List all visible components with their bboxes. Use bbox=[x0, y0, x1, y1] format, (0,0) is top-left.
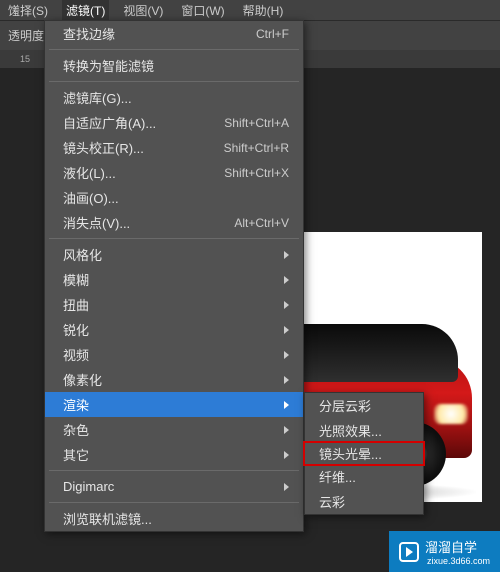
chevron-right-icon bbox=[284, 351, 289, 359]
opacity-label: 透明度: bbox=[8, 27, 47, 44]
ruler-mark: 15 bbox=[20, 54, 30, 64]
submenu-difference-clouds[interactable]: 分层云彩 bbox=[305, 393, 423, 418]
menu-select[interactable]: 馐择(S) bbox=[4, 0, 52, 21]
chevron-right-icon bbox=[284, 376, 289, 384]
menu-render[interactable]: 渲染 bbox=[45, 392, 303, 417]
menu-separator bbox=[49, 470, 299, 471]
menu-liquify[interactable]: 液化(L)... Shift+Ctrl+X bbox=[45, 160, 303, 185]
menu-sharpen[interactable]: 锐化 bbox=[45, 317, 303, 342]
menu-separator bbox=[49, 81, 299, 82]
chevron-right-icon bbox=[284, 301, 289, 309]
menu-view[interactable]: 视图(V) bbox=[119, 0, 167, 21]
chevron-right-icon bbox=[284, 426, 289, 434]
logo-brand: 溜溜自学 bbox=[425, 537, 490, 556]
menu-window[interactable]: 窗口(W) bbox=[177, 0, 228, 21]
chevron-right-icon bbox=[284, 276, 289, 284]
submenu-lighting-effects[interactable]: 光照效果... bbox=[305, 418, 423, 443]
menu-convert-smart[interactable]: 转换为智能滤镜 bbox=[45, 53, 303, 78]
menu-other[interactable]: 其它 bbox=[45, 442, 303, 467]
menu-lens-correction[interactable]: 镜头校正(R)... Shift+Ctrl+R bbox=[45, 135, 303, 160]
menu-filter-gallery[interactable]: 滤镜库(G)... bbox=[45, 85, 303, 110]
menubar: 馐择(S) 滤镜(T) 视图(V) 窗口(W) 帮助(H) bbox=[0, 0, 500, 20]
play-icon bbox=[399, 542, 419, 562]
menu-browse-online[interactable]: 浏览联机滤镜... bbox=[45, 506, 303, 531]
logo-url: zixue.3d66.com bbox=[427, 556, 490, 566]
submenu-fibers[interactable]: 纤维... bbox=[305, 464, 423, 489]
menu-vanishing-point[interactable]: 消失点(V)... Alt+Ctrl+V bbox=[45, 210, 303, 235]
submenu-lens-flare[interactable]: 镜头光晕... bbox=[303, 441, 425, 466]
watermark-logo: 溜溜自学 zixue.3d66.com bbox=[389, 531, 500, 572]
menu-adaptive-wide[interactable]: 自适应广角(A)... Shift+Ctrl+A bbox=[45, 110, 303, 135]
menu-digimarc[interactable]: Digimarc bbox=[45, 474, 303, 499]
menu-stylize[interactable]: 风格化 bbox=[45, 242, 303, 267]
menu-help[interactable]: 帮助(H) bbox=[239, 0, 288, 21]
menu-video[interactable]: 视频 bbox=[45, 342, 303, 367]
submenu-clouds[interactable]: 云彩 bbox=[305, 489, 423, 514]
menu-separator bbox=[49, 49, 299, 50]
menu-find-edges[interactable]: 查找边缘 Ctrl+F bbox=[45, 21, 303, 46]
menu-separator bbox=[49, 502, 299, 503]
menu-pixelate[interactable]: 像素化 bbox=[45, 367, 303, 392]
chevron-right-icon bbox=[284, 401, 289, 409]
menu-blur[interactable]: 模糊 bbox=[45, 267, 303, 292]
menu-separator bbox=[49, 238, 299, 239]
chevron-right-icon bbox=[284, 326, 289, 334]
chevron-right-icon bbox=[284, 251, 289, 259]
menu-oil-paint[interactable]: 油画(O)... bbox=[45, 185, 303, 210]
menu-distort[interactable]: 扭曲 bbox=[45, 292, 303, 317]
chevron-right-icon bbox=[284, 483, 289, 491]
chevron-right-icon bbox=[284, 451, 289, 459]
filter-menu: 查找边缘 Ctrl+F 转换为智能滤镜 滤镜库(G)... 自适应广角(A)..… bbox=[44, 20, 304, 532]
menu-noise[interactable]: 杂色 bbox=[45, 417, 303, 442]
render-submenu: 分层云彩 光照效果... 镜头光晕... 纤维... 云彩 bbox=[304, 392, 424, 515]
menu-filter[interactable]: 滤镜(T) bbox=[62, 0, 109, 21]
